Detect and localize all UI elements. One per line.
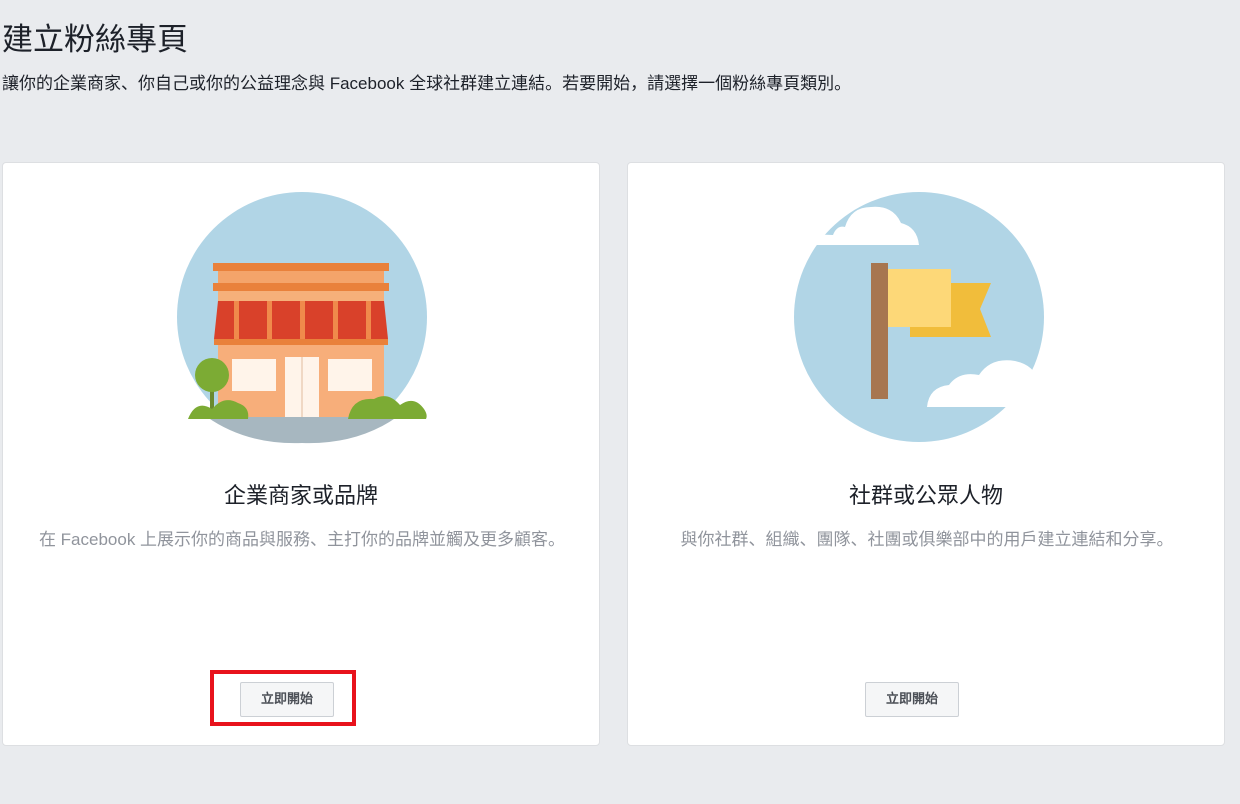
card-title: 企業商家或品牌: [223, 484, 378, 509]
page-subtitle: 讓你的企業商家、你自己或你的公益理念與 Facebook 全球社群建立連結。若要…: [2, 74, 852, 93]
card-description: 與你社群、組織、團隊、社團或俱樂部中的用戶建立連結和分享。: [680, 530, 1174, 549]
flag-icon: [794, 192, 1057, 442]
card-title: 社群或公眾人物: [848, 484, 1003, 509]
card-description: 在 Facebook 上展示你的商品與服務、主打你的品牌並觸及更多顧客。: [38, 530, 566, 549]
category-card-community: 社群或公眾人物 與你社群、組織、團隊、社團或俱樂部中的用戶建立連結和分享。 立即…: [627, 162, 1225, 746]
category-card-business: 企業商家或品牌 在 Facebook 上展示你的商品與服務、主打你的品牌並觸及更…: [2, 162, 600, 746]
get-started-button-community[interactable]: 立即開始: [865, 682, 959, 717]
page-title: 建立粉絲專頁: [2, 22, 188, 58]
get-started-button-business[interactable]: 立即開始: [240, 682, 334, 717]
storefront-icon: [177, 192, 427, 444]
